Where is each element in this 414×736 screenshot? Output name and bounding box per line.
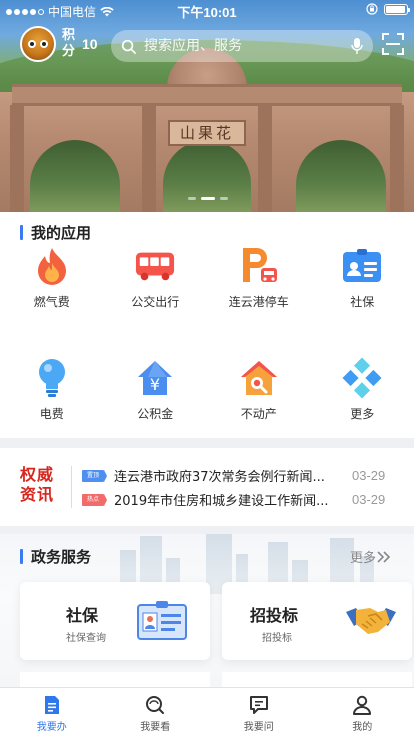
tab-me[interactable]: 我的 <box>311 688 414 736</box>
id-card-icon <box>342 246 382 286</box>
news-divider <box>71 466 72 508</box>
carousel-dot[interactable] <box>188 197 196 200</box>
carousel-dot[interactable] <box>220 197 228 200</box>
news-logo: 权威 资讯 <box>20 465 64 505</box>
tab-label: 我要办 <box>36 722 67 733</box>
service-card-social-security[interactable]: 社保 社保查询 <box>20 582 210 660</box>
chat-icon <box>249 696 268 714</box>
news-date: 03-29 <box>352 492 386 507</box>
app-label: 公交出行 <box>131 295 180 309</box>
tab-label: 我要看 <box>140 722 171 733</box>
person-icon <box>353 695 372 715</box>
banner-pillar <box>10 105 24 212</box>
search-input[interactable] <box>144 38 351 54</box>
tab-ask[interactable]: 我要问 <box>207 688 311 736</box>
points-value[interactable]: 10 <box>82 36 98 52</box>
tab-bar: 我要办 我要看 我要问 我的 <box>0 687 414 736</box>
service-card-subtitle: 社保查询 <box>66 633 106 644</box>
points-label: 积分 <box>62 28 76 59</box>
news-date: 03-29 <box>352 468 386 483</box>
service-card-title: 社保 <box>66 606 99 625</box>
app-item-parking[interactable]: 连云港停车 <box>207 246 311 310</box>
gov-services-title: 政务服务 <box>31 548 92 566</box>
parking-icon <box>239 246 279 286</box>
banner-arch <box>30 140 120 212</box>
my-apps-title: 我的应用 <box>31 224 92 242</box>
news-item[interactable]: 置顶 连云港市政府37次常务会例行新闻... 03-29 <box>82 466 402 485</box>
service-card-subtitle: 招投标 <box>262 633 292 644</box>
more-link[interactable]: 更多 <box>350 547 392 566</box>
rotation-lock-icon <box>366 3 378 15</box>
id-card-icon <box>137 601 187 640</box>
battery-icon <box>384 3 410 15</box>
banner-pillar <box>258 105 272 212</box>
app-label: 更多 <box>350 407 375 421</box>
svg-text:¥: ¥ <box>150 375 160 394</box>
news-tag: 热点 <box>82 493 107 506</box>
news-item[interactable]: 热点 2019年市住房和城乡建设工作新闻... 03-29 <box>82 490 402 509</box>
gov-services-header: 政务服务 <box>20 546 91 567</box>
news-headline: 2019年市住房和城乡建设工作新闻... <box>114 494 329 509</box>
app-item-more[interactable]: 更多 <box>311 357 414 422</box>
news-tag: 置顶 <box>82 469 107 482</box>
app-label: 连云港停车 <box>228 295 289 309</box>
tab-browse[interactable]: 我要看 <box>104 688 208 736</box>
section-accent-bar <box>20 225 23 240</box>
banner-sign: 山果花 <box>168 120 246 146</box>
service-card-bidding[interactable]: 招投标 招投标 <box>222 582 412 660</box>
service-card-title: 招投标 <box>250 606 299 625</box>
banner-arch <box>296 140 386 212</box>
carousel-dots <box>188 197 228 200</box>
banner-pillar <box>142 105 156 212</box>
app-item-social-security[interactable]: 社保 <box>311 246 414 310</box>
status-bar: 中国电信 下午10:01 <box>0 0 414 20</box>
app-item-electricity[interactable]: 电费 <box>0 358 104 422</box>
tab-label: 我要问 <box>243 722 274 733</box>
news-headline: 连云港市政府37次常务会例行新闻... <box>114 470 325 485</box>
search-icon <box>121 39 136 54</box>
app-label: 公积金 <box>137 407 174 421</box>
mic-icon[interactable] <box>351 37 363 55</box>
app-label: 不动产 <box>240 407 277 421</box>
banner-gate <box>0 92 414 212</box>
app-item-bus[interactable]: 公交出行 <box>104 246 208 310</box>
bus-icon <box>135 246 175 286</box>
service-card-partial[interactable] <box>222 672 412 688</box>
lightbulb-icon <box>32 358 72 398</box>
tab-label: 我的 <box>352 722 373 733</box>
banner-pillar <box>390 105 404 212</box>
more-diamonds-icon <box>342 357 382 399</box>
handshake-icon <box>346 608 396 634</box>
house-yuan-icon: ¥ <box>135 358 175 398</box>
my-apps-header: 我的应用 <box>20 222 91 243</box>
section-accent-bar <box>20 549 23 564</box>
avatar-eye <box>28 40 36 48</box>
avatar[interactable] <box>20 26 56 62</box>
service-card-partial[interactable] <box>20 672 210 688</box>
banner-gate-beam <box>12 84 402 106</box>
app-label: 燃气费 <box>33 295 70 309</box>
app-grid: 燃气费 公交出行 连云港停车 社保 电费 ¥ 公积金 不动产 更多 <box>0 246 414 422</box>
status-time: 下午10:01 <box>177 5 237 20</box>
search-bar[interactable] <box>111 30 373 62</box>
tab-todo[interactable]: 我要办 <box>0 688 104 736</box>
house-search-icon <box>239 358 279 398</box>
app-item-gas[interactable]: 燃气费 <box>0 246 104 310</box>
avatar-eye <box>40 40 48 48</box>
news-logo-line2: 资讯 <box>20 485 55 504</box>
app-item-real-estate[interactable]: 不动产 <box>207 358 311 422</box>
more-label: 更多 <box>349 551 376 566</box>
carousel-dot-active[interactable] <box>201 197 215 200</box>
app-label: 电费 <box>39 407 64 421</box>
banner-arch <box>163 140 251 212</box>
flame-icon <box>32 246 72 286</box>
eye-search-icon <box>146 696 165 714</box>
scan-icon[interactable] <box>381 32 405 56</box>
app-label: 社保 <box>350 295 375 309</box>
document-icon <box>44 696 59 714</box>
news-logo-line1: 权威 <box>20 465 55 484</box>
app-item-housing-fund[interactable]: ¥ 公积金 <box>104 358 208 422</box>
double-chevron-right-icon <box>377 550 391 563</box>
